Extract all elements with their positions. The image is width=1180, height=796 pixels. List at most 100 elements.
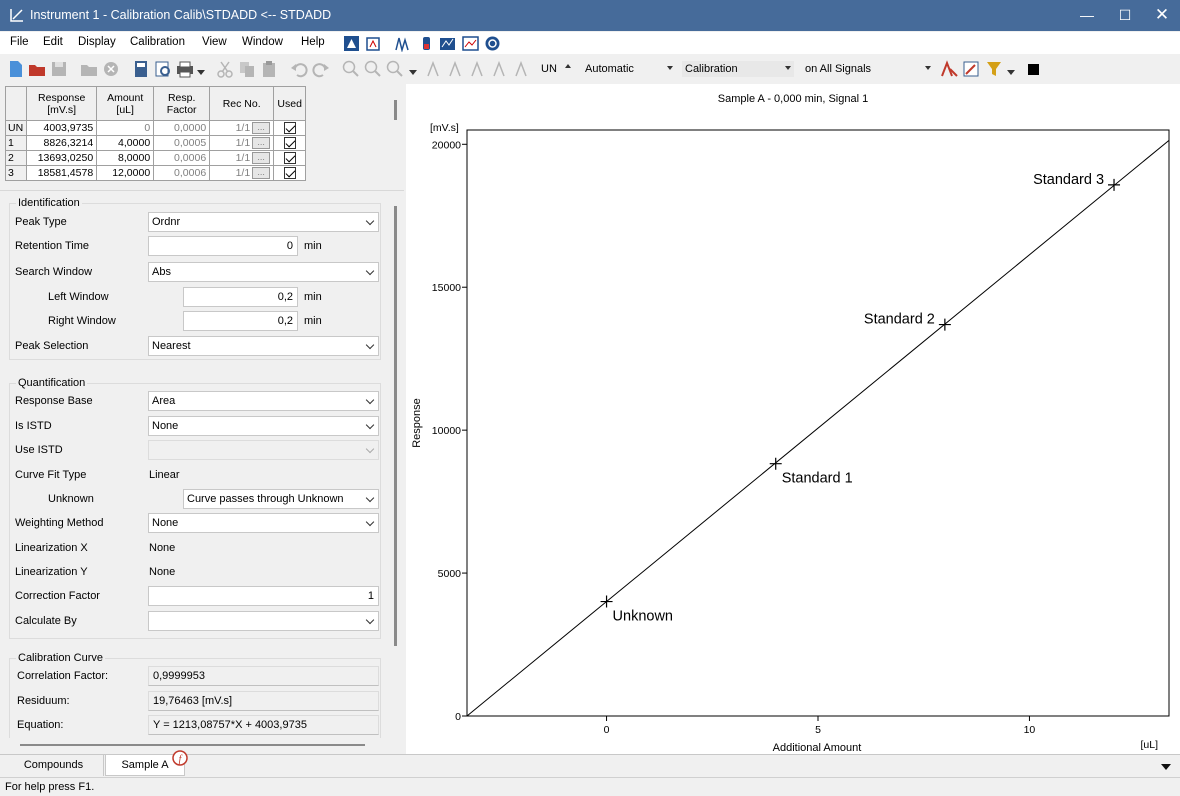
maximize-button[interactable]: ☐ — [1106, 0, 1144, 31]
signal-select[interactable]: on All Signals — [801, 60, 935, 78]
minimize-button[interactable]: — — [1068, 0, 1106, 31]
menu-help[interactable]: Help — [301, 36, 325, 48]
rec-browse-button[interactable]: ... — [252, 166, 271, 179]
calculate-by-select[interactable] — [148, 611, 379, 631]
col-response[interactable]: Response [mV.s] — [26, 86, 98, 121]
paste-icon[interactable] — [260, 60, 278, 78]
horizontal-scrollbar[interactable] — [20, 744, 365, 746]
copy-icon[interactable] — [238, 60, 256, 78]
correction-factor-input[interactable]: 1 — [148, 586, 379, 606]
search-window-select[interactable]: Abs — [148, 262, 379, 282]
save-icon[interactable] — [50, 60, 68, 78]
tab-menu-dropdown-icon[interactable] — [1161, 763, 1171, 771]
used-checkbox[interactable] — [283, 121, 296, 134]
zoom-dropdown-icon[interactable] — [409, 68, 417, 76]
folder-icon[interactable] — [80, 60, 98, 78]
used-cell[interactable] — [273, 150, 307, 166]
peak-selection-select[interactable]: Nearest — [148, 336, 379, 356]
table-row[interactable]: 3 18581,4578 12,0000 0,0006 1/1... — [4, 165, 307, 181]
delete-icon[interactable] — [102, 60, 120, 78]
close-button[interactable]: ✕ — [1143, 0, 1180, 31]
tab-compounds[interactable]: Compounds — [4, 755, 104, 776]
col-resp-factor[interactable]: Resp. Factor — [153, 86, 211, 121]
table-scrollbar[interactable] — [394, 100, 397, 120]
col-used[interactable]: Used — [273, 86, 307, 121]
zoom-out-icon[interactable] — [364, 60, 382, 78]
cut-icon[interactable] — [216, 60, 234, 78]
sequence-icon[interactable] — [439, 35, 456, 52]
peak-tool-icon-5[interactable] — [515, 60, 533, 78]
table-row[interactable]: 1 8826,3214 4,0000 0,0005 1/1... — [4, 135, 307, 151]
new-icon[interactable] — [7, 60, 25, 78]
zoom-in-icon[interactable] — [342, 60, 360, 78]
rec-browse-button[interactable]: ... — [252, 121, 271, 134]
preview-icon[interactable] — [154, 60, 172, 78]
vial-icon[interactable] — [418, 35, 435, 52]
table-row[interactable]: 2 13693,0250 8,0000 0,0006 1/1... — [4, 150, 307, 166]
used-cell[interactable] — [273, 135, 307, 151]
peak-tool-icon-1[interactable] — [427, 60, 445, 78]
use-istd-select[interactable] — [148, 440, 379, 460]
rec-no-cell[interactable]: 1/1... — [209, 120, 275, 136]
amount-cell[interactable]: 12,0000 — [96, 165, 155, 181]
menu-view[interactable]: View — [202, 36, 227, 48]
open-icon[interactable] — [28, 60, 46, 78]
response-cell[interactable]: 13693,0250 — [26, 150, 98, 166]
used-checkbox[interactable] — [283, 136, 296, 149]
view-select[interactable]: Calibration — [681, 60, 795, 78]
peak-tool-icon-2[interactable] — [449, 60, 467, 78]
rec-browse-button[interactable]: ... — [252, 151, 271, 164]
amount-cell[interactable]: 4,0000 — [96, 135, 155, 151]
undo-icon[interactable] — [290, 60, 308, 78]
menu-display[interactable]: Display — [78, 36, 116, 48]
table-row[interactable]: UN 4003,9735 0 0,0000 1/1... — [4, 120, 307, 136]
col-amount[interactable]: Amount [uL] — [96, 86, 155, 121]
vertical-scrollbar[interactable] — [394, 206, 397, 646]
calibration-chart[interactable]: Sample A - 0,000 min, Signal 1 [mV.s] [uL]… — [406, 84, 1180, 754]
print-dropdown-icon[interactable] — [197, 68, 205, 76]
rec-no-cell[interactable]: 1/1... — [209, 165, 275, 181]
peak-type-select[interactable]: Ordnr — [148, 212, 379, 232]
print-icon[interactable] — [176, 60, 194, 78]
rec-browse-button[interactable]: ... — [252, 136, 271, 149]
col-rec-no[interactable]: Rec No. — [209, 86, 275, 121]
method-icon[interactable] — [365, 35, 382, 52]
chromatogram-icon[interactable] — [395, 35, 412, 52]
rec-no-cell[interactable]: 1/1... — [209, 135, 275, 151]
right-window-input[interactable]: 0,2 — [183, 311, 298, 331]
report-icon[interactable] — [462, 35, 479, 52]
instrument-icon[interactable] — [343, 35, 360, 52]
menu-calibration[interactable]: Calibration — [130, 36, 185, 48]
response-base-select[interactable]: Area — [148, 391, 379, 411]
unknown-select[interactable]: Curve passes through Unknown — [183, 489, 379, 509]
menu-window[interactable]: Window — [242, 36, 283, 48]
redo-icon[interactable] — [312, 60, 330, 78]
response-cell[interactable]: 8826,3214 — [26, 135, 98, 151]
mode-select[interactable]: Automatic — [581, 60, 677, 78]
amount-cell[interactable]: 0 — [96, 120, 155, 136]
left-window-input[interactable]: 0,2 — [183, 287, 298, 307]
rec-no-cell[interactable]: 1/1... — [209, 150, 275, 166]
peak-tool-icon-3[interactable] — [471, 60, 489, 78]
menu-edit[interactable]: Edit — [43, 36, 63, 48]
used-cell[interactable] — [273, 165, 307, 181]
response-cell[interactable]: 4003,9735 — [26, 120, 98, 136]
peak-tool-icon-4[interactable] — [493, 60, 511, 78]
response-cell[interactable]: 18581,4578 — [26, 165, 98, 181]
used-cell[interactable] — [273, 120, 307, 136]
menu-file[interactable]: File — [10, 36, 29, 48]
filter-dropdown-icon[interactable] — [1007, 68, 1015, 76]
amount-cell[interactable]: 8,0000 — [96, 150, 155, 166]
unit-select[interactable]: UN — [537, 60, 575, 78]
calibrate-icon[interactable] — [963, 60, 981, 78]
color-swatch[interactable] — [1028, 64, 1039, 75]
about-icon[interactable] — [484, 35, 501, 52]
weighting-method-select[interactable]: None — [148, 513, 379, 533]
used-checkbox[interactable] — [283, 151, 296, 164]
is-istd-select[interactable]: None — [148, 416, 379, 436]
peak-red-icon[interactable] — [941, 60, 959, 78]
filter-icon[interactable] — [985, 60, 1003, 78]
used-checkbox[interactable] — [283, 166, 296, 179]
calculator-icon[interactable] — [132, 60, 150, 78]
zoom-icon[interactable] — [386, 60, 404, 78]
